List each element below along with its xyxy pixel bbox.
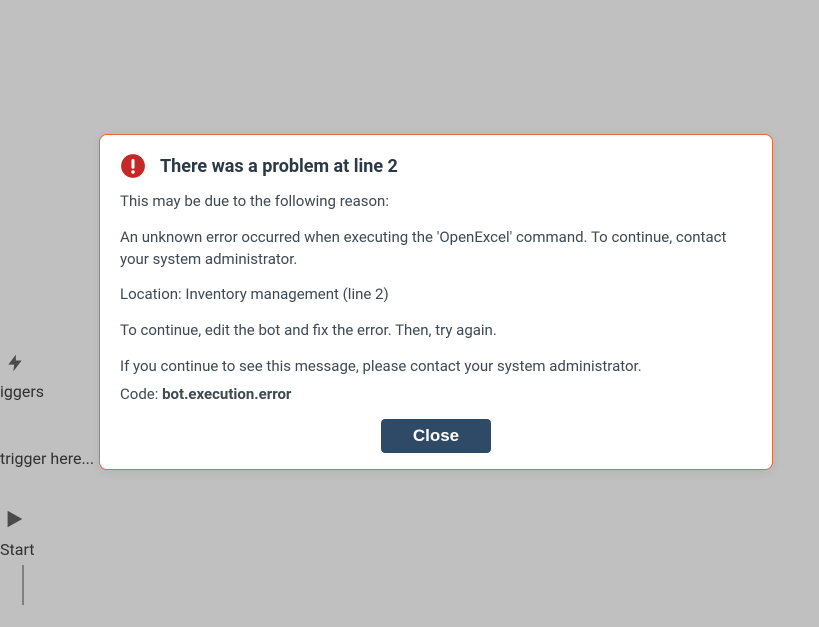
lightning-icon (5, 350, 25, 376)
dialog-header: There was a problem at line 2 (120, 153, 752, 179)
dialog-code-line: Code: bot.execution.error (120, 384, 752, 406)
trigger-placeholder-text: trigger here... (0, 449, 110, 468)
dialog-intro: This may be due to the following reason: (120, 191, 752, 213)
dialog-title: There was a problem at line 2 (160, 156, 398, 177)
close-button[interactable]: Close (381, 419, 491, 453)
dialog-footer: Close (120, 419, 752, 453)
dialog-persistent: If you continue to see this message, ple… (120, 356, 752, 378)
dialog-body: This may be due to the following reason:… (120, 191, 752, 405)
code-value: bot.execution.error (162, 385, 291, 403)
triggers-label: iggers (0, 382, 110, 401)
error-icon (120, 153, 146, 179)
code-label: Code: (120, 385, 162, 403)
start-label: Start (0, 540, 110, 559)
play-icon (3, 508, 25, 530)
dialog-reason: An unknown error occurred when executing… (120, 227, 752, 271)
dialog-location: Location: Inventory management (line 2) (120, 284, 752, 306)
flow-connector (22, 565, 24, 605)
dialog-instruction: To continue, edit the bot and fix the er… (120, 320, 752, 342)
background-panel: iggers trigger here... Start (0, 350, 110, 605)
error-dialog: There was a problem at line 2 This may b… (99, 134, 773, 470)
start-block: Start (0, 508, 110, 605)
